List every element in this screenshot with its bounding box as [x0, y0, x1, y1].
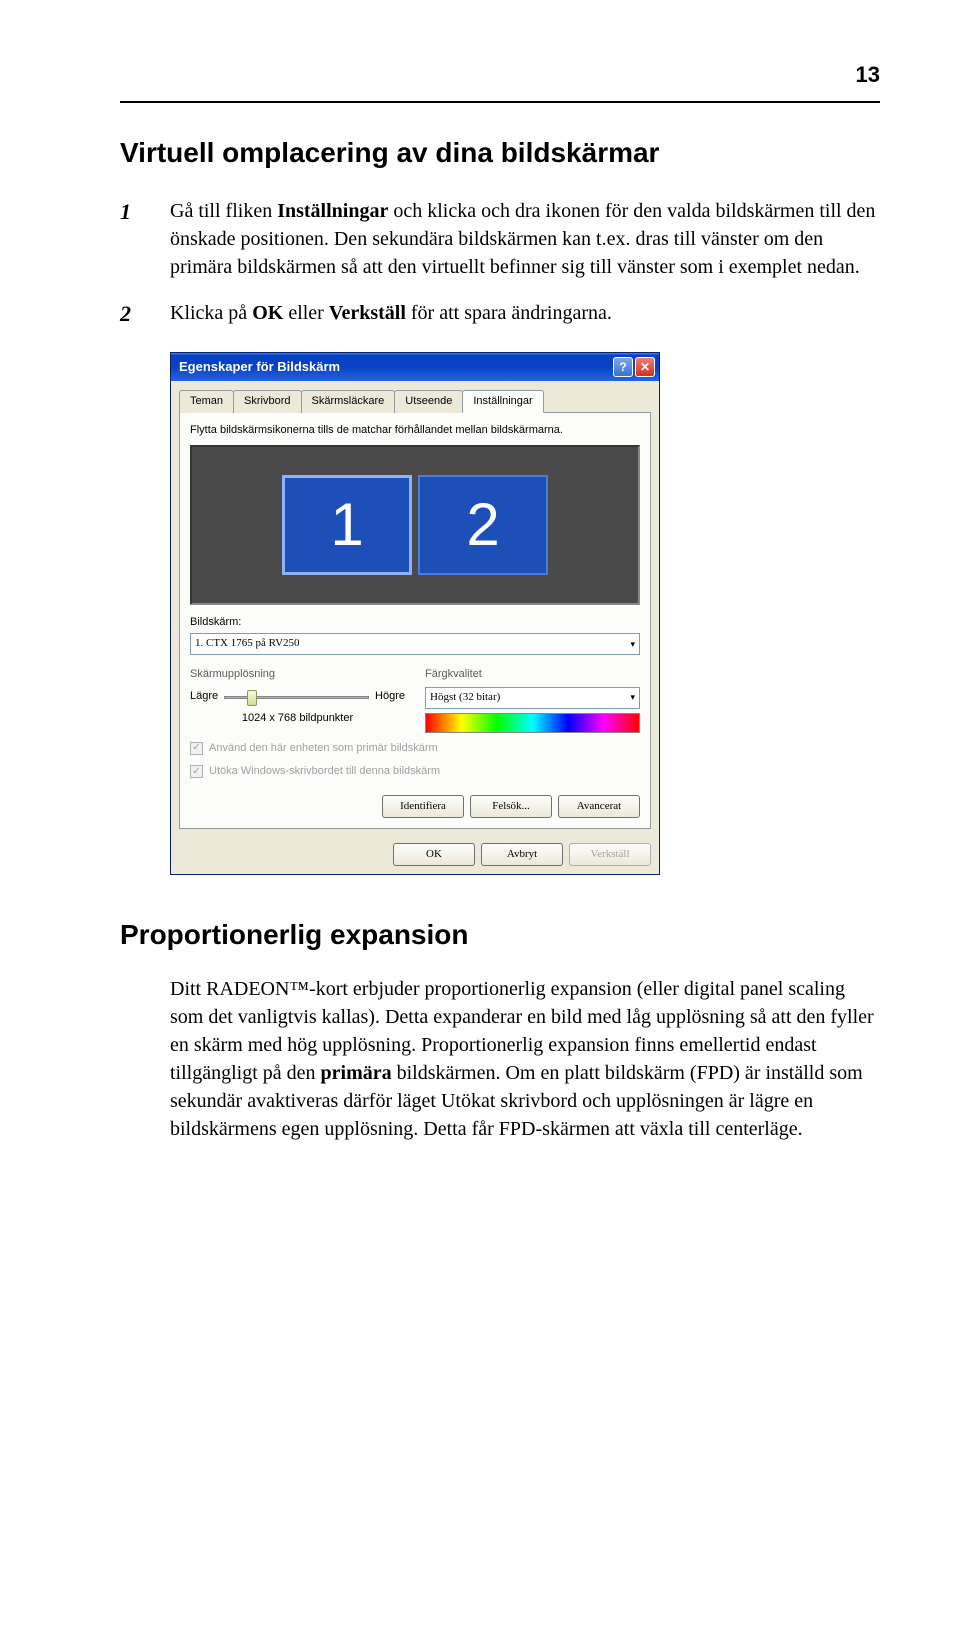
panel-hint-text: Flytta bildskärmsikonerna tills de match… — [190, 423, 640, 438]
color-value: Högst (32 bitar) — [430, 690, 500, 705]
identify-button[interactable]: Identifiera — [382, 795, 464, 818]
checkbox-extend-label: Utöka Windows-skrivbordet till denna bil… — [209, 764, 440, 779]
step-text: för att spara ändringarna. — [406, 302, 612, 324]
inner-button-row: Identifiera Felsök... Avancerat — [190, 795, 640, 818]
step-bold: OK — [252, 302, 283, 324]
monitor-2[interactable]: 2 — [418, 475, 548, 575]
display-select[interactable]: 1. CTX 1765 på RV250 ▾ — [190, 633, 640, 655]
checkbox-primary-label: Använd den här enheten som primär bildsk… — [209, 741, 438, 756]
tab-skrivbord[interactable]: Skrivbord — [233, 390, 301, 413]
troubleshoot-button[interactable]: Felsök... — [470, 795, 552, 818]
sub-heading: Proportionerlig expansion — [120, 915, 880, 954]
resolution-text: 1024 x 768 bildpunkter — [190, 711, 405, 726]
step-number: 1 — [120, 197, 131, 228]
advanced-button[interactable]: Avancerat — [558, 795, 640, 818]
step-1: 1 Gå till fliken Inställningar och klick… — [170, 197, 880, 281]
page-number: 13 — [120, 60, 880, 91]
primary-display-checkbox-row: ✓ Använd den här enheten som primär bild… — [190, 741, 640, 756]
extend-desktop-checkbox-row: ✓ Utöka Windows-skrivbordet till denna b… — [190, 764, 640, 779]
settings-columns: Skärmupplösning Lägre Högre 1024 x 768 b… — [190, 667, 640, 732]
color-spectrum-preview — [425, 713, 640, 733]
chevron-down-icon: ▾ — [630, 638, 635, 651]
display-properties-dialog: Egenskaper för Bildskärm ? ✕ Teman Skriv… — [170, 352, 660, 875]
slider-thumb[interactable] — [247, 690, 257, 706]
chevron-down-icon: ▾ — [630, 691, 635, 704]
slider-high-label: Högre — [375, 689, 405, 704]
checkbox-primary[interactable]: ✓ — [190, 742, 203, 755]
display-label: Bildskärm: — [190, 615, 640, 630]
step-bold: Verkställ — [329, 302, 406, 324]
checkbox-extend[interactable]: ✓ — [190, 765, 203, 778]
help-icon[interactable]: ? — [613, 357, 633, 377]
section-heading: Virtuell omplacering av dina bildskärmar — [120, 133, 880, 172]
monitor-arrangement-area[interactable]: 1 2 — [190, 445, 640, 605]
dialog-body: Teman Skrivbord Skärmsläckare Utseende I… — [171, 381, 659, 874]
cancel-button[interactable]: Avbryt — [481, 843, 563, 866]
color-group: Färgkvalitet Högst (32 bitar) ▾ — [425, 667, 640, 732]
resolution-group: Skärmupplösning Lägre Högre 1024 x 768 b… — [190, 667, 405, 732]
step-bold: Inställningar — [277, 200, 388, 222]
close-icon[interactable]: ✕ — [635, 357, 655, 377]
tab-teman[interactable]: Teman — [179, 390, 234, 413]
resolution-slider[interactable] — [224, 687, 369, 707]
color-quality-select[interactable]: Högst (32 bitar) ▾ — [425, 687, 640, 709]
dialog-button-row: OK Avbryt Verkställ — [179, 843, 651, 866]
monitor-1[interactable]: 1 — [282, 475, 412, 575]
step-text: eller — [283, 302, 329, 324]
dialog-screenshot: Egenskaper för Bildskärm ? ✕ Teman Skriv… — [170, 352, 880, 875]
display-value: 1. CTX 1765 på RV250 — [195, 636, 300, 651]
apply-button[interactable]: Verkställ — [569, 843, 651, 866]
tab-utseende[interactable]: Utseende — [394, 390, 463, 413]
tab-panel-settings: Flytta bildskärmsikonerna tills de match… — [179, 412, 651, 829]
horizontal-rule — [120, 101, 880, 103]
ok-button[interactable]: OK — [393, 843, 475, 866]
step-text: Klicka på — [170, 302, 252, 324]
titlebar-buttons: ? ✕ — [613, 357, 655, 377]
tab-strip: Teman Skrivbord Skärmsläckare Utseende I… — [179, 389, 651, 412]
step-2: 2 Klicka på OK eller Verkställ för att s… — [170, 299, 880, 327]
titlebar-text: Egenskaper för Bildskärm — [179, 358, 613, 376]
body-paragraph: Ditt RADEON™-kort erbjuder proportionerl… — [120, 975, 880, 1143]
color-quality-label: Färgkvalitet — [425, 667, 640, 682]
para-bold: primära — [321, 1062, 392, 1084]
slider-track — [224, 696, 369, 699]
tab-installningar[interactable]: Inställningar — [462, 390, 543, 413]
titlebar[interactable]: Egenskaper för Bildskärm ? ✕ — [171, 353, 659, 381]
steps-list: 1 Gå till fliken Inställningar och klick… — [120, 197, 880, 327]
slider-low-label: Lägre — [190, 689, 218, 704]
resolution-label: Skärmupplösning — [190, 667, 405, 682]
tab-skarmslackare[interactable]: Skärmsläckare — [301, 390, 396, 413]
step-number: 2 — [120, 299, 131, 330]
resolution-slider-row: Lägre Högre — [190, 687, 405, 707]
step-text: Gå till fliken — [170, 200, 277, 222]
